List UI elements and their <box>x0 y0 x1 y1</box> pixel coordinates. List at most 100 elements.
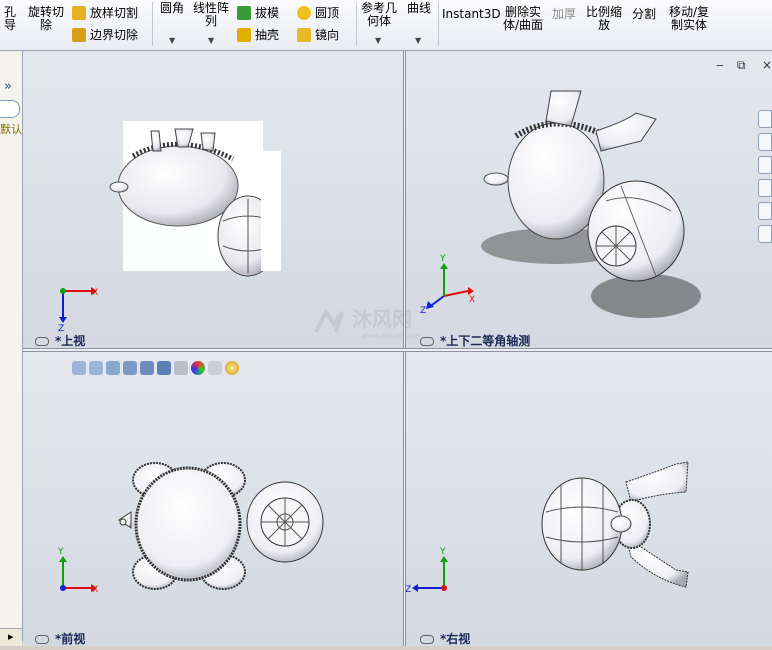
toolbar-separator <box>356 2 357 46</box>
custom-properties-tab-icon[interactable] <box>758 225 772 243</box>
view-name: *右视 <box>440 632 471 646</box>
draft-button[interactable]: 拔模 <box>237 6 279 20</box>
hide-show-items-icon[interactable] <box>174 361 188 375</box>
scale-label: 比例缩 放 <box>585 5 622 32</box>
zoom-to-area-icon[interactable] <box>89 361 103 375</box>
apply-scene-icon[interactable] <box>208 361 222 375</box>
dome-icon <box>297 6 311 20</box>
y-axis-label: Y <box>57 547 64 557</box>
view-label-front: *前视 <box>35 630 85 646</box>
watermark: 沐风网 www.mfcad.com <box>312 302 462 342</box>
instant3d-button[interactable]: Instant3D <box>442 8 501 21</box>
delete-body-button[interactable]: 删除实 体/曲面 <box>500 6 546 32</box>
reference-geometry-label: 参考几 何体 <box>360 1 397 28</box>
curves-dropdown-icon[interactable]: ▼ <box>415 36 421 45</box>
loft-cut-icon <box>72 6 86 20</box>
revolve-cut-button[interactable]: 旋转切 除 <box>26 6 66 32</box>
draft-icon <box>237 6 251 20</box>
config-label: 默认 <box>0 123 22 136</box>
view-name: *前视 <box>55 632 86 646</box>
shell-icon <box>237 28 251 42</box>
dome-button[interactable]: 圆顶 <box>297 6 339 20</box>
loft-cut-button[interactable]: 放样切割 <box>72 6 138 20</box>
view-orientation-icon[interactable] <box>140 361 154 375</box>
right-view-model: Y Z <box>406 461 689 595</box>
boundary-cut-label: 边界切除 <box>90 28 139 42</box>
display-style-icon[interactable] <box>157 361 171 375</box>
appearances-tab-icon[interactable] <box>758 202 772 220</box>
expand-panel-icon[interactable]: » <box>4 79 12 94</box>
design-library-tab-icon[interactable] <box>758 156 772 174</box>
z-axis-label: Z <box>406 585 411 595</box>
fillet-button[interactable]: 圆角 <box>158 2 186 15</box>
view-name: *上视 <box>55 334 86 348</box>
y-axis-label: Y <box>439 547 446 557</box>
toolbar-separator <box>152 2 153 46</box>
filter-input[interactable] <box>0 100 20 118</box>
command-manager-toolbar: 孔 导 旋转切 除 放样切割 边界切除 圆角 ▼ 线性阵 列 ▼ 拔模 抽壳 圆… <box>0 0 772 51</box>
loft-cut-label: 放样切割 <box>90 6 139 20</box>
boundary-cut-icon <box>72 28 86 42</box>
x-axis-label: X <box>469 295 475 305</box>
front-view-model: X Y <box>57 462 324 595</box>
boundary-cut-button[interactable]: 边界切除 <box>72 28 138 42</box>
link-view-icon <box>35 635 49 644</box>
feature-manager-panel: » 默认 <box>0 51 23 641</box>
reference-geometry-button[interactable]: 参考几 何体 <box>360 2 398 28</box>
previous-view-icon[interactable] <box>106 361 120 375</box>
split-button[interactable]: 分割 <box>630 8 658 21</box>
scale-button[interactable]: 比例缩 放 <box>584 6 624 32</box>
hole-wizard-label: 孔 导 <box>3 5 16 32</box>
move-copy-body-label: 移动/复 制实体 <box>668 5 710 32</box>
move-copy-body-button[interactable]: 移动/复 制实体 <box>664 6 714 32</box>
revolve-cut-label: 旋转切 除 <box>27 5 64 32</box>
link-view-icon <box>420 635 434 644</box>
x-axis-label: X <box>92 288 98 298</box>
watermark-url: www.mfcad.com <box>362 332 420 340</box>
thicken-label: 加厚 <box>551 7 576 21</box>
x-axis-label: X <box>92 585 98 595</box>
fillet-label: 圆角 <box>159 1 184 15</box>
panel-scroll-arrow-icon[interactable] <box>0 628 22 647</box>
viewport-right[interactable]: Y Z *右视 <box>406 352 772 646</box>
watermark-logo: 沐风网 www.mfcad.com <box>314 307 420 340</box>
instant3d-label: Instant3D <box>442 7 501 21</box>
y-axis-label: Y <box>439 254 446 264</box>
hole-wizard-button[interactable]: 孔 导 <box>0 6 16 32</box>
pattern-dropdown-icon[interactable]: ▼ <box>208 36 214 45</box>
split-label: 分割 <box>631 7 656 21</box>
toolbar-separator <box>438 2 439 46</box>
restore-icon[interactable]: ⧉ <box>737 58 746 73</box>
link-view-icon <box>35 337 49 346</box>
task-pane-tabs <box>758 110 772 255</box>
resources-tab-icon[interactable] <box>758 133 772 151</box>
shell-button[interactable]: 抽壳 <box>237 28 279 42</box>
curves-button[interactable]: 曲线 <box>405 2 433 15</box>
reference-geometry-dropdown-icon[interactable]: ▼ <box>375 36 381 45</box>
dome-label: 圆顶 <box>315 6 340 20</box>
mirror-icon <box>297 28 311 42</box>
curves-label: 曲线 <box>406 1 431 15</box>
section-view-icon[interactable] <box>123 361 137 375</box>
mirror-button[interactable]: 镜向 <box>297 28 339 42</box>
delete-body-label: 删除实 体/曲面 <box>502 5 544 32</box>
draft-label: 拔模 <box>255 6 280 20</box>
viewport-front[interactable]: X Y *前视 <box>23 352 403 646</box>
minimize-icon[interactable]: ‒ <box>716 58 724 72</box>
view-label-right: *右视 <box>420 630 470 646</box>
linear-pattern-label: 线性阵 列 <box>192 1 229 28</box>
mirror-label: 镜向 <box>315 28 340 42</box>
linear-pattern-button[interactable]: 线性阵 列 <box>192 2 230 28</box>
file-explorer-tab-icon[interactable] <box>758 179 772 197</box>
shell-label: 抽壳 <box>255 28 280 42</box>
thicken-button[interactable]: 加厚 <box>550 8 578 21</box>
zoom-to-fit-icon[interactable] <box>72 361 86 375</box>
close-icon[interactable]: × <box>762 58 772 72</box>
view-label-top: *上视 <box>35 332 85 348</box>
view-settings-icon[interactable] <box>225 361 239 375</box>
horizontal-split-bar[interactable] <box>23 348 772 352</box>
status-bar <box>0 646 772 650</box>
edit-appearance-icon[interactable] <box>191 361 205 375</box>
home-tab-icon[interactable] <box>758 110 772 128</box>
fillet-dropdown-icon[interactable]: ▼ <box>169 36 175 45</box>
